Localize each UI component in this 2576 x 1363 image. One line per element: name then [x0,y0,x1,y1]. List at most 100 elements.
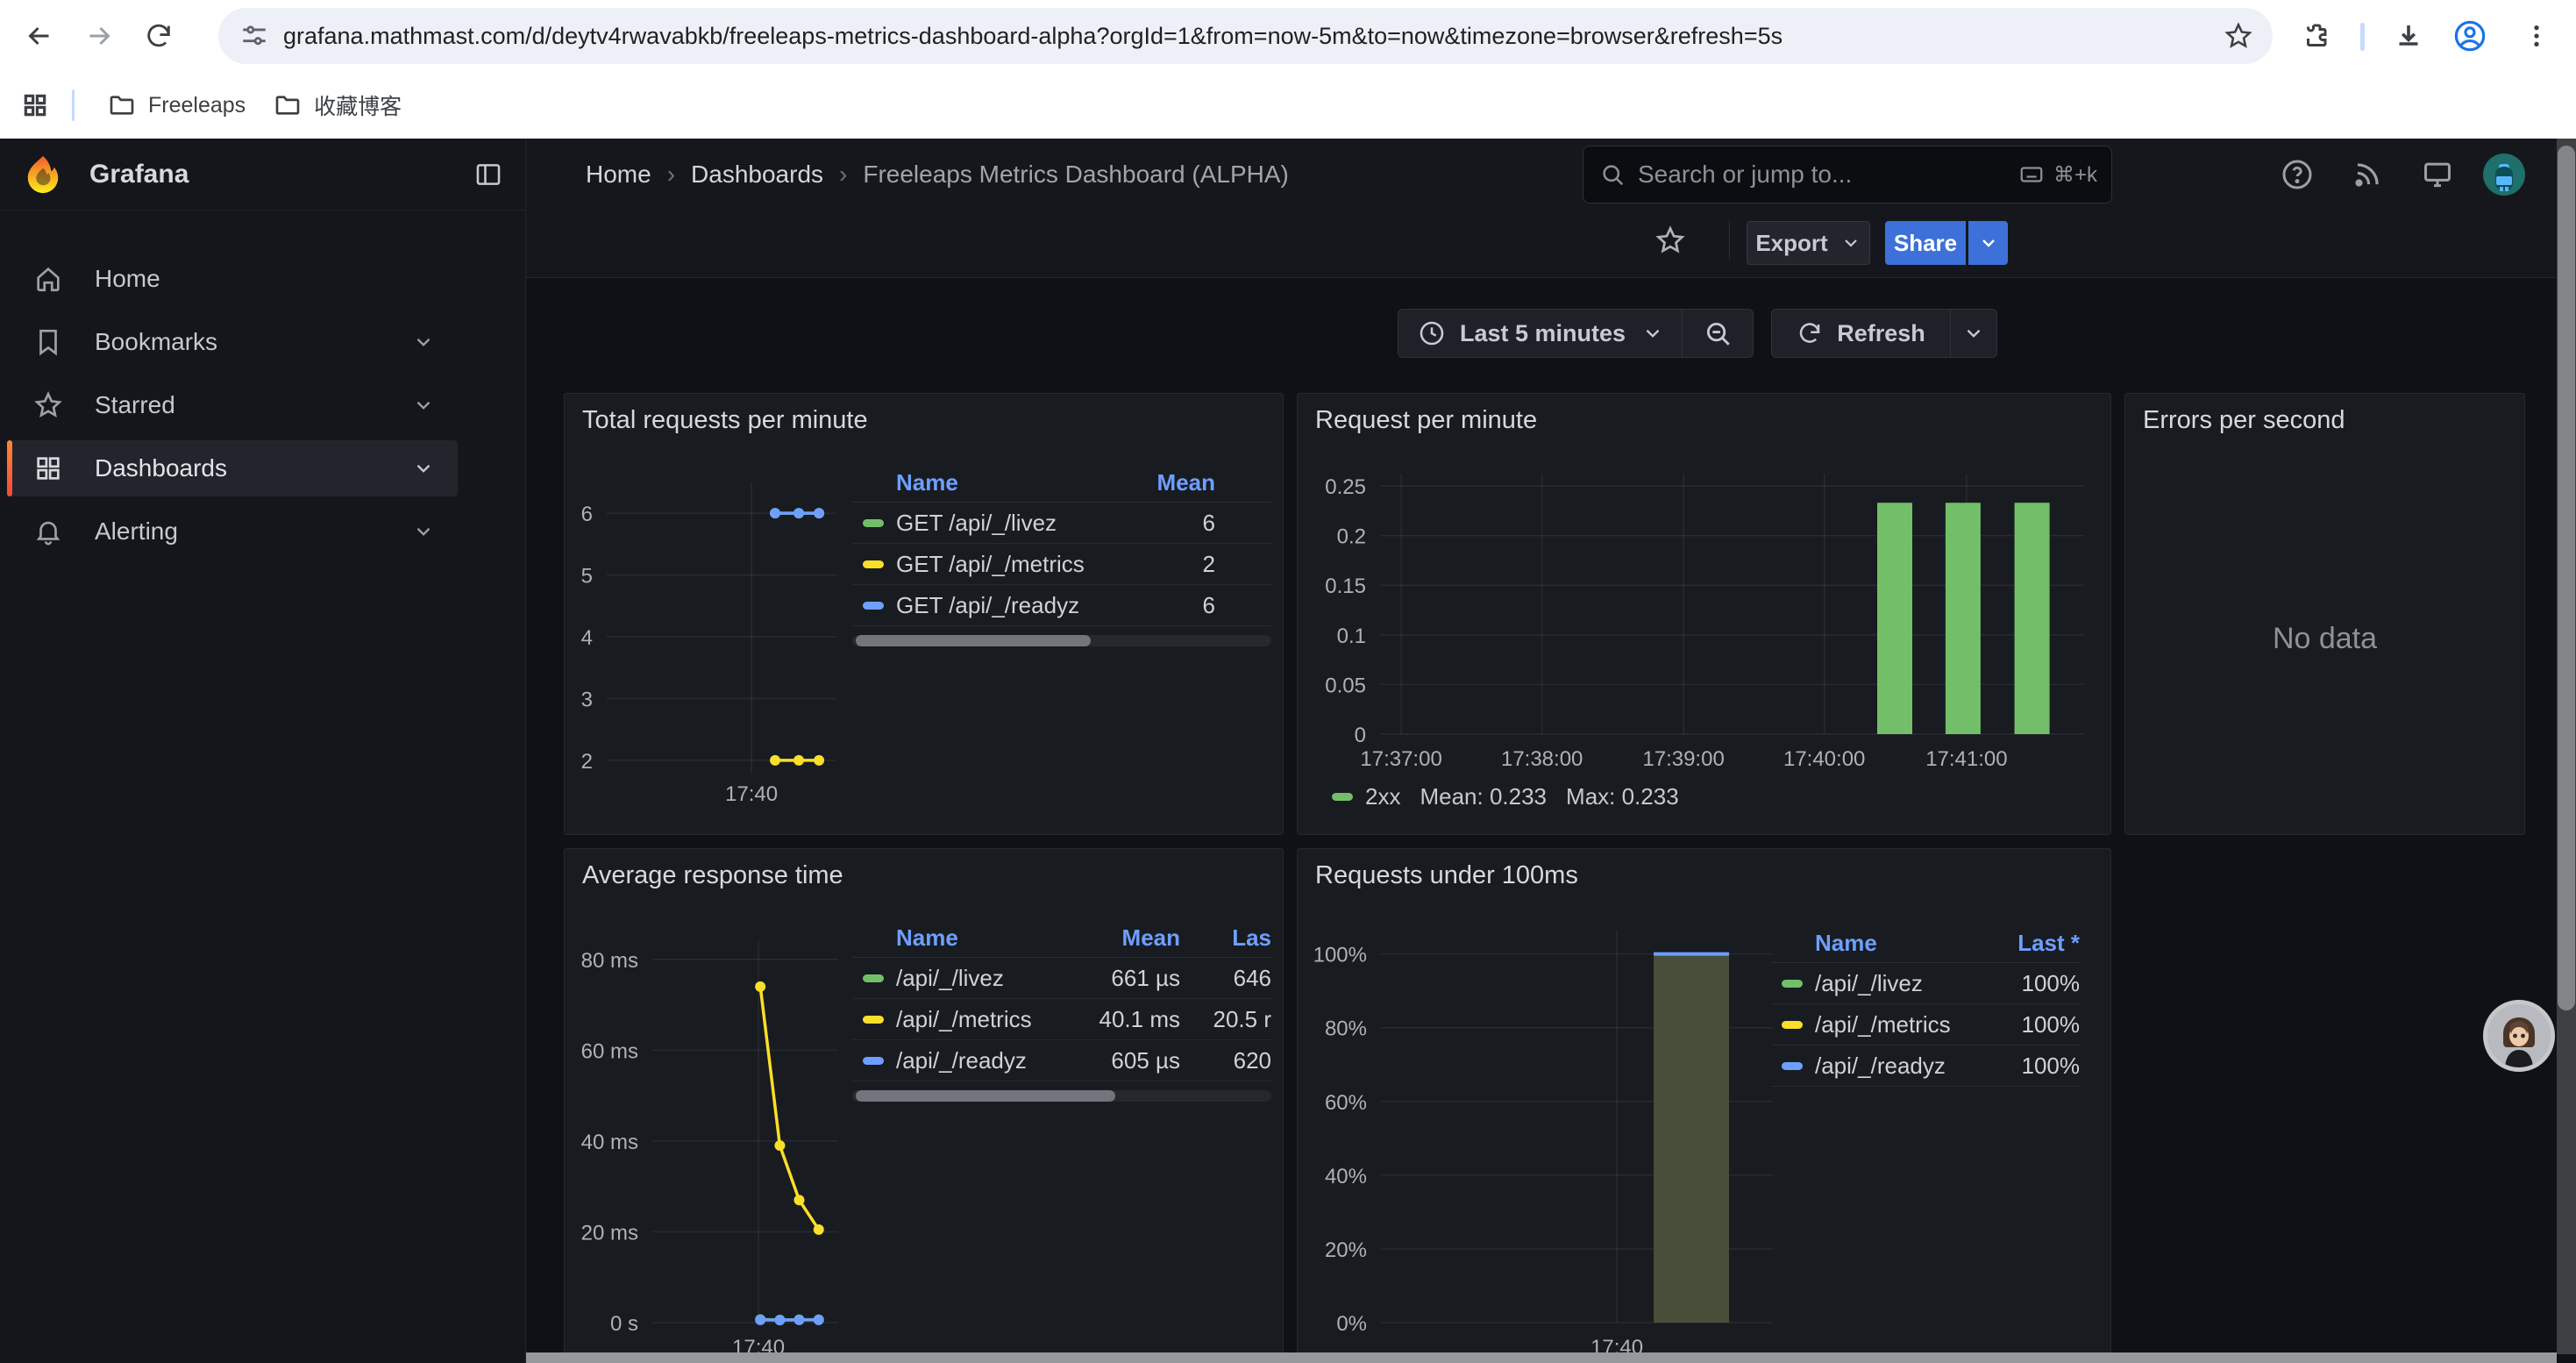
news-button[interactable] [2346,153,2388,196]
address-bar[interactable]: grafana.mathmast.com/d/deytv4rwavabkb/fr… [218,8,2273,64]
svg-text:0: 0 [1355,724,1366,747]
panel-avg-response-time[interactable]: Average response time 80 ms60 ms40 ms20 … [564,848,1284,1363]
monitor-icon [2421,158,2454,191]
site-settings-icon[interactable] [239,21,269,51]
legend-column-header[interactable]: Las [1180,924,1271,952]
breadcrumb-separator: › [667,161,675,189]
search-bar[interactable]: ⌘+k [1583,146,2112,203]
panel-total-requests[interactable]: Total requests per minute 6543217:40 Nam… [564,393,1284,835]
back-button[interactable] [18,14,61,58]
profile-button[interactable] [2448,14,2492,58]
legend-row[interactable]: /api/_/metrics100% [1771,1004,2080,1045]
legend-row[interactable]: GET /api/_/metrics 2 [852,544,1271,585]
bookmark-star-icon[interactable] [2224,21,2253,51]
forward-button[interactable] [77,14,121,58]
legend-row[interactable]: /api/_/readyz100% [1771,1045,2080,1087]
legend-column-header[interactable]: Mean [1049,924,1180,952]
share-button[interactable]: Share [1885,221,1966,265]
series-name[interactable]: /api/_/metrics [896,1006,1032,1033]
chevron-down-icon[interactable] [412,331,435,353]
legend-2xx-pill [1332,793,1353,801]
url-text[interactable]: grafana.mathmast.com/d/deytv4rwavabkb/fr… [283,23,2224,50]
legend-mean: Mean: 0.233 [1420,783,1547,810]
sidebar-item-bookmarks[interactable]: Bookmarks [7,314,458,370]
series-name[interactable]: /api/_/livez [1815,970,1923,997]
reload-button[interactable] [137,14,181,58]
browser-menu-button[interactable] [2515,14,2558,58]
chevron-down-icon[interactable] [412,394,435,417]
collapse-sidebar-icon[interactable] [473,160,503,189]
apps-grid-icon[interactable] [21,91,49,119]
legend-scrollbar[interactable] [852,1090,1271,1102]
legend-scrollbar[interactable] [852,635,1271,646]
legend-column-header[interactable]: Name [852,469,1110,496]
extensions-button[interactable] [2295,14,2339,58]
folder-icon [274,91,302,119]
legend-row[interactable]: /api/_/readyz605 µs620 [852,1040,1271,1081]
user-avatar[interactable] [2483,153,2525,196]
export-button[interactable]: Export [1747,221,1870,265]
sidebar-item-dashboards[interactable]: Dashboards [7,440,458,496]
legend-2xx-label[interactable]: 2xx [1365,783,1400,810]
downloads-button[interactable] [2387,14,2430,58]
series-value: 100% [1975,970,2080,997]
legend-column-header[interactable]: Name [1771,930,1975,957]
help-button[interactable] [2276,153,2318,196]
extensions-puzzle-icon [2302,20,2333,52]
refresh-button[interactable]: Refresh [1772,320,1950,347]
legend-column-header[interactable]: Mean [1110,469,1215,496]
legend-row[interactable]: GET /api/_/readyz 6 [852,585,1271,626]
sidebar-item-alerting[interactable]: Alerting [7,503,458,560]
series-name[interactable]: GET /api/_/metrics [896,551,1085,578]
panel-requests-under-100ms[interactable]: Requests under 100ms 100%80%60%40%20%0%1… [1297,848,2111,1363]
panel-request-per-minute[interactable]: Request per minute 0.250.20.150.10.05017… [1297,393,2111,835]
series-value: 2 [1110,551,1215,578]
legend-row[interactable]: /api/_/livez 100% [1771,963,2080,1004]
share-menu-button[interactable] [1968,221,2008,265]
zoom-out-button[interactable] [1683,318,1753,348]
grafana-logo-icon[interactable] [23,154,63,195]
panel-errors-per-second[interactable]: Errors per second No data [2124,393,2525,835]
horizontal-scrollbar[interactable] [526,1352,2557,1363]
search-input[interactable] [1636,160,2018,189]
chevron-down-icon[interactable] [1641,322,1664,345]
series-name[interactable]: GET /api/_/readyz [896,592,1079,619]
sidebar-item-starred[interactable]: Starred [7,377,458,433]
bookmark-folder-freeleaps[interactable]: Freeleaps [94,84,260,126]
refresh-interval-button[interactable] [1951,322,1996,345]
series-name[interactable]: /api/_/livez [896,965,1004,992]
chevron-down-icon[interactable] [412,457,435,480]
series-name[interactable]: /api/_/readyz [896,1047,1027,1074]
vertical-scrollbar[interactable] [2557,139,2576,1354]
series-color-pill [863,1016,884,1024]
legend-scrollbar-thumb[interactable] [856,635,1091,646]
sidebar-item-home[interactable]: Home [7,251,458,307]
series-name[interactable]: /api/_/readyz [1815,1053,1946,1080]
vertical-scrollbar-thumb[interactable] [2558,146,2575,1010]
dashboard-header-band [526,211,2576,278]
legend-scrollbar-thumb[interactable] [856,1090,1115,1102]
svg-text:100%: 100% [1313,944,1367,967]
legend-row[interactable]: /api/_/metrics40.1 ms20.5 r [852,999,1271,1040]
legend-column-header[interactable]: Name [852,924,1049,952]
legend-row[interactable]: /api/_/livez661 µs646 [852,958,1271,999]
svg-text:20%: 20% [1325,1238,1367,1262]
panel-title[interactable]: Errors per second [2143,406,2345,435]
legend-column-header[interactable]: Last * [1975,930,2080,957]
chevron-down-icon [1962,322,1985,345]
breadcrumb-home[interactable]: Home [586,161,651,189]
series-value: 6 [1110,592,1215,619]
favorite-dashboard-button[interactable] [1653,223,1688,258]
bookmark-folder-blogs[interactable]: 收藏博客 [260,82,416,128]
series-name[interactable]: GET /api/_/livez [896,510,1057,537]
time-range-label[interactable]: Last 5 minutes [1460,320,1626,347]
chevron-down-icon[interactable] [412,520,435,543]
breadcrumb-dashboards[interactable]: Dashboards [691,161,823,189]
legend-row[interactable]: GET /api/_/livez6 [852,503,1271,544]
kiosk-mode-button[interactable] [2416,153,2459,196]
no-data-message: No data [2125,622,2524,656]
legend-inline[interactable]: 2xx Mean: 0.233 Max: 0.233 [1332,783,1679,810]
bar-chart[interactable]: 0.250.20.150.10.05017:37:0017:38:0017:39… [1298,394,2111,785]
floating-avatar[interactable] [2483,1000,2555,1072]
series-name[interactable]: /api/_/metrics [1815,1011,1951,1038]
